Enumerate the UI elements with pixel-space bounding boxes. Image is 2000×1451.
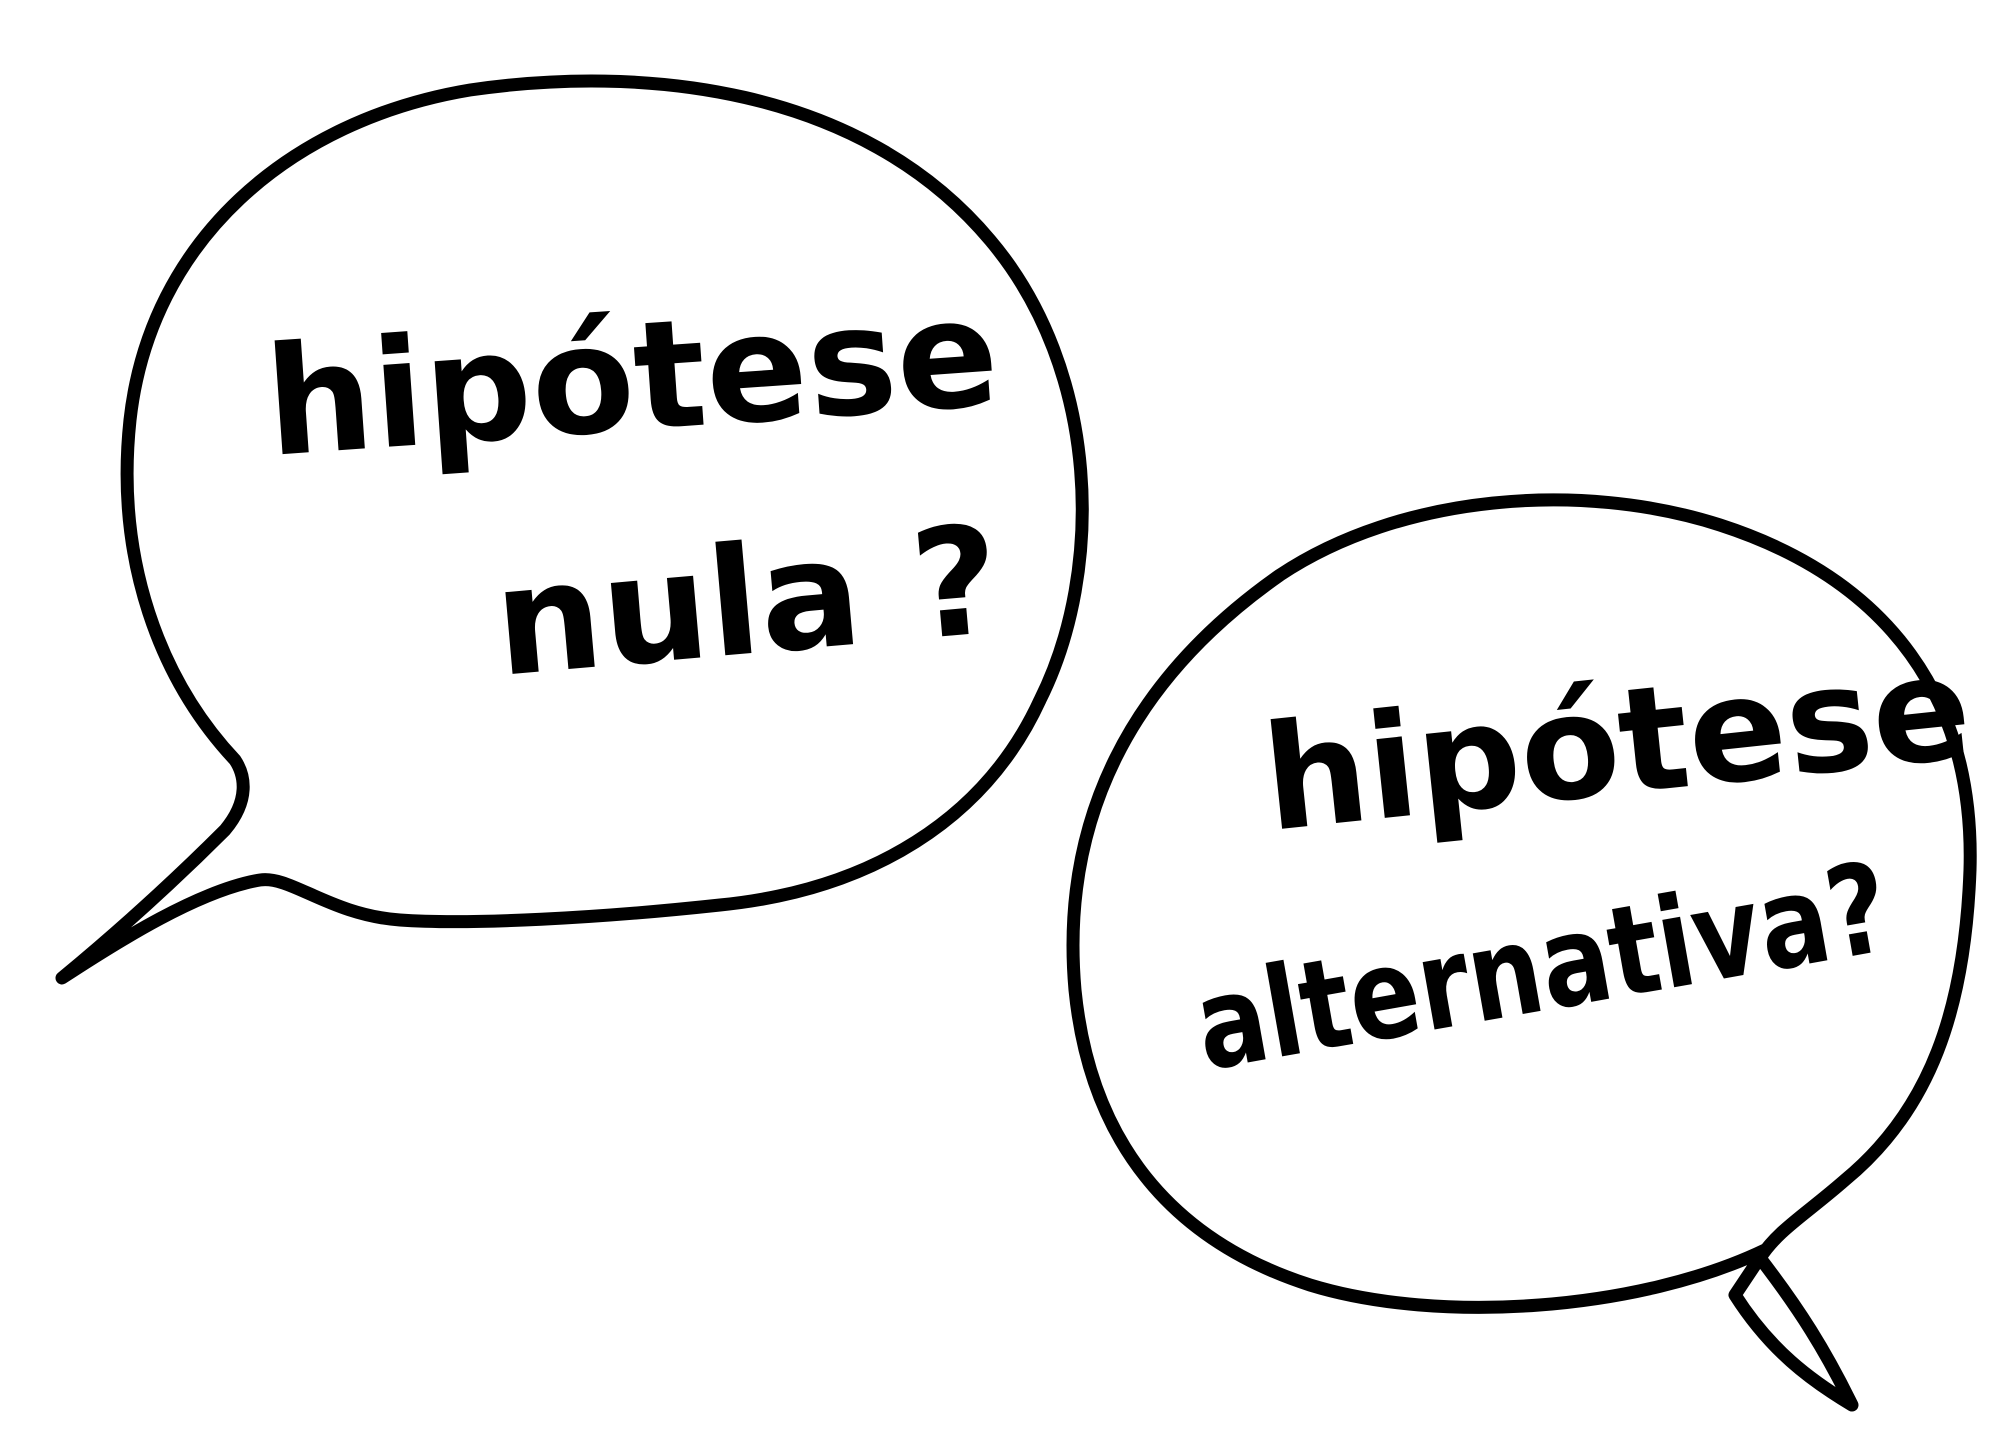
speech-bubbles-illustration: hipótese nula ? hipótese alternativa? xyxy=(55,74,1978,1412)
speech-bubble-alternative-hypothesis: hipótese alternativa? xyxy=(1066,493,1978,1412)
speech-bubble-null-hypothesis: hipótese nula ? xyxy=(55,74,1089,985)
